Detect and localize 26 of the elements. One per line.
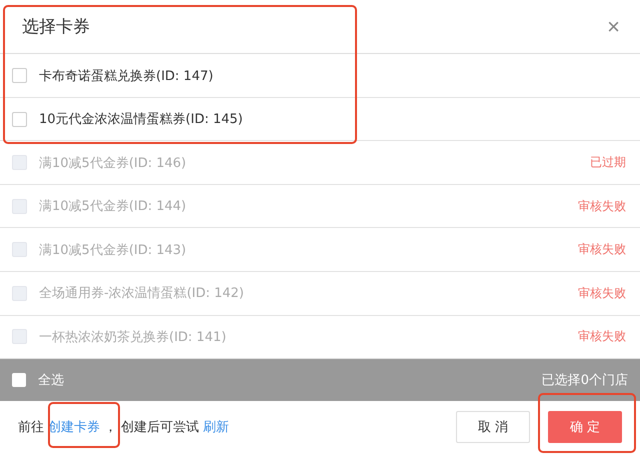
dialog-title: 选择卡券: [22, 16, 90, 38]
hint-text: 前往: [18, 419, 44, 436]
coupon-name: 满10减5代金券(ID: 143): [39, 242, 188, 259]
selection-summary: 已选择0个门店: [542, 372, 628, 389]
checkbox[interactable]: [12, 112, 27, 127]
refresh-link[interactable]: 刷新: [203, 418, 229, 436]
checkbox[interactable]: [12, 68, 27, 84]
hint-text: ，: [104, 419, 117, 436]
coupon-name: 卡布奇诺蛋糕兑换券(ID: 147): [39, 68, 214, 85]
coupon-status: 审核失败: [578, 241, 626, 258]
coupon-name: 一杯热浓浓奶茶兑换券(ID: 141): [39, 328, 228, 346]
confirm-button[interactable]: 确 定: [548, 411, 622, 444]
coupon-status: 审核失败: [578, 328, 626, 346]
coupon-name: 10元代金浓浓温情蛋糕券(ID: 145): [39, 111, 244, 128]
coupon-status: 审核失败: [578, 284, 626, 302]
cancel-button[interactable]: 取 消: [456, 411, 530, 444]
coupon-status: 审核失败: [578, 198, 626, 215]
hint-text: 创建后可尝试: [121, 419, 199, 436]
close-button[interactable]: ×: [607, 14, 620, 40]
coupon-name: 满10减5代金券(ID: 146): [39, 154, 188, 172]
coupon-name: 全场通用券-浓浓温情蛋糕(ID: 142): [39, 285, 246, 302]
select-all-label: 全选: [38, 372, 64, 389]
coupon-status: 已过期: [590, 154, 626, 172]
annotation-frame: [48, 402, 120, 448]
coupon-name: 满10减5代金券(ID: 144): [39, 198, 188, 216]
checkbox[interactable]: [12, 372, 26, 387]
